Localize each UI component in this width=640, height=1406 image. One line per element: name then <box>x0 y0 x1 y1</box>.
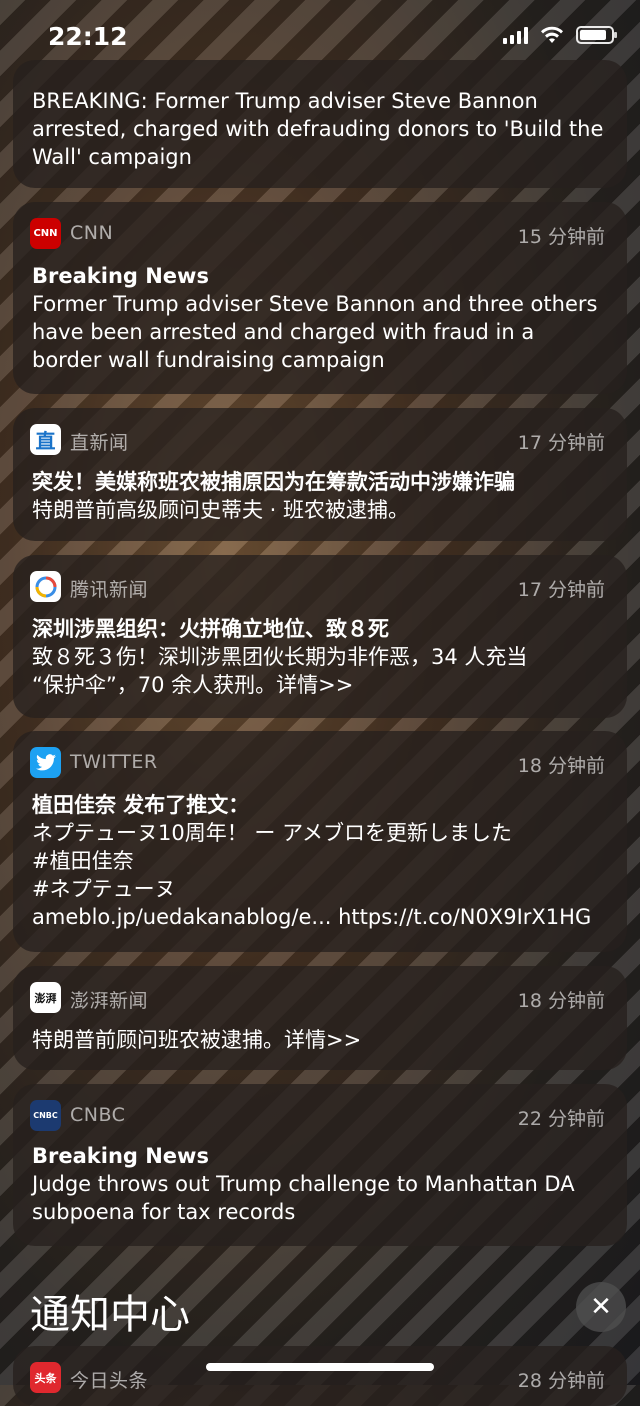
notification-line: Former Trump adviser Steve Bannon and th… <box>32 292 598 316</box>
notification-line: have been arrested and charged with frau… <box>32 320 535 344</box>
battery-icon <box>576 26 617 44</box>
notification-card[interactable]: BREAKING: Former Trump adviser Steve Ban… <box>13 60 627 188</box>
notification-line: #ネプテューヌ <box>32 877 176 901</box>
notification-line: 特朗普前高级顾问史蒂夫 · 班农被逮捕。 <box>32 498 410 522</box>
notification-line: BREAKING: Former Trump adviser Steve Ban… <box>32 89 538 113</box>
notification-card-toutiao[interactable]: 头条 今日头条 28 分钟前 <box>13 1346 627 1406</box>
notification-line: Judge throws out Trump challenge to Manh… <box>32 1172 575 1196</box>
notification-card-pengpai[interactable]: 澎湃 澎湃新闻 18 分钟前 特朗普前顾问班农被逮捕。详情>> <box>13 966 627 1070</box>
notification-line: #植田佳奈 <box>32 849 134 873</box>
notification-card-twitter[interactable]: TWITTER 18 分钟前 植田佳奈 发布了推文： ネプテューヌ10周年！ ー… <box>13 731 627 952</box>
notification-card-cnbc[interactable]: CNBC CNBC 22 分钟前 Breaking News Judge thr… <box>13 1084 627 1246</box>
twitter-app-icon <box>30 747 61 778</box>
notification-title: 植田佳奈 发布了推文： <box>32 793 250 817</box>
zhixinwen-app-icon: 直 <box>30 424 61 455</box>
cnn-app-icon: CNN <box>30 218 61 249</box>
notification-line: “保护伞”，70 余人获刑。详情>> <box>32 673 354 697</box>
notification-title: Breaking News <box>32 1144 209 1168</box>
notification-card-tencent-news[interactable]: 腾讯新闻 17 分钟前 深圳涉黑组织：火拼确立地位、致８死 致８死３伤！深圳涉黑… <box>13 555 627 718</box>
notification-line: ネプテューヌ10周年！ ー アメブロを更新しました <box>32 821 513 845</box>
cnbc-app-icon: CNBC <box>30 1100 61 1131</box>
notification-body: BREAKING: Former Trump adviser Steve Ban… <box>32 87 609 171</box>
clear-notifications-button[interactable]: ✕ <box>576 1282 626 1332</box>
app-name: TWITTER <box>70 751 158 773</box>
notification-line: 特朗普前顾问班农被逮捕。详情>> <box>32 1028 362 1052</box>
notification-time: 22 分钟前 <box>517 1108 605 1130</box>
status-icons <box>503 26 617 44</box>
notification-time: 15 分钟前 <box>517 226 605 248</box>
app-name: CNN <box>70 222 114 244</box>
notification-title: Breaking News <box>32 264 209 288</box>
toutiao-app-icon: 头条 <box>30 1362 61 1393</box>
notification-time: 17 分钟前 <box>517 579 605 601</box>
notification-center-title: 通知中心 <box>30 1292 190 1338</box>
pengpai-app-icon: 澎湃 <box>30 982 61 1013</box>
app-name: 直新闻 <box>70 432 129 454</box>
status-time: 22:12 <box>48 22 128 51</box>
home-indicator[interactable] <box>206 1363 434 1371</box>
notification-time: 18 分钟前 <box>517 990 605 1012</box>
tencent-news-logo-icon <box>35 576 56 597</box>
close-icon: ✕ <box>590 1292 612 1322</box>
notification-title: 突发！美媒称班农被捕原因为在筹款活动中涉嫌诈骗 <box>32 470 515 494</box>
notification-card-zhixinwen[interactable]: 直 直新闻 17 分钟前 突发！美媒称班农被捕原因为在筹款活动中涉嫌诈骗 特朗普… <box>13 408 627 541</box>
app-name: 澎湃新闻 <box>70 990 149 1012</box>
notification-line: Wall' campaign <box>32 145 192 169</box>
notification-line: border wall fundraising campaign <box>32 348 385 372</box>
notification-time: 28 分钟前 <box>517 1370 605 1392</box>
notification-line: 致８死３伤！深圳涉黑团伙长期为非作恶，34 人充当 <box>32 645 528 669</box>
wifi-icon <box>541 26 563 43</box>
notification-card-cnn[interactable]: CNN CNN 15 分钟前 Breaking News Former Trum… <box>13 202 627 394</box>
app-name: 腾讯新闻 <box>70 579 149 601</box>
app-name: CNBC <box>70 1104 126 1126</box>
notification-time: 18 分钟前 <box>517 755 605 777</box>
twitter-bird-icon <box>35 754 56 771</box>
notification-line: subpoena for tax records <box>32 1200 296 1224</box>
tencent-news-app-icon <box>30 571 61 602</box>
app-name: 今日头条 <box>70 1370 149 1392</box>
cellular-signal-icon <box>503 26 528 44</box>
notification-time: 17 分钟前 <box>517 432 605 454</box>
notification-line: ameblo.jp/uedakanablog/e... https://t.co… <box>32 905 592 929</box>
notification-line: arrested, charged with defrauding donors… <box>32 117 604 141</box>
notification-title: 深圳涉黑组织：火拼确立地位、致８死 <box>32 617 389 641</box>
